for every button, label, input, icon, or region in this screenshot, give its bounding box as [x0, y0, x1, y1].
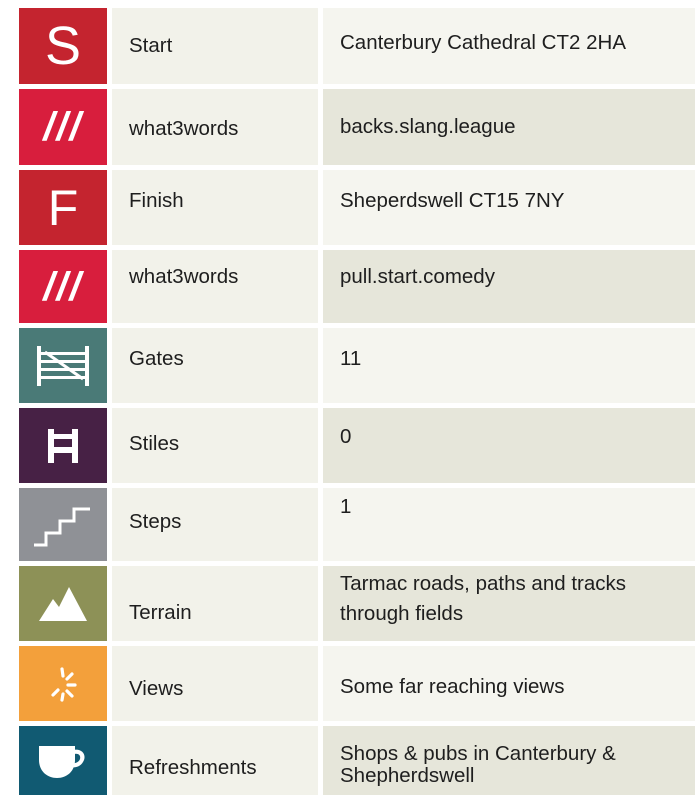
icon-tile: F [19, 170, 107, 245]
icon-tile [19, 408, 107, 483]
table-row: F Finish Sheperdswell CT15 7NY [0, 170, 695, 245]
value-cell: Shops & pubs in Canterbury & Shepherdswe… [323, 726, 695, 795]
icon-tile [19, 328, 107, 403]
start-s-icon: S [44, 16, 82, 76]
label-cell: what3words [112, 250, 318, 323]
label-cell: Terrain [112, 566, 318, 641]
mountain-icon [39, 586, 87, 621]
value-cell: 0 [323, 408, 695, 483]
row-value: Tarmac roads, paths and tracks through f… [340, 572, 626, 625]
row-label: what3words [129, 265, 239, 288]
cup-icon [39, 745, 85, 778]
table-row: S Start Canterbury Cathedral CT2 2HA [0, 8, 695, 84]
table-row: /// what3words backs.slang.league [0, 89, 695, 165]
row-value: Canterbury Cathedral CT2 2HA [340, 31, 626, 54]
table-row: Terrain Tarmac roads, paths and tracks t… [0, 566, 695, 641]
value-cell: 1 [323, 488, 695, 561]
value-cell: 11 [323, 328, 695, 403]
value-cell: Tarmac roads, paths and tracks through f… [323, 566, 695, 641]
icon-tile: S [19, 8, 107, 84]
row-label: Gates [129, 347, 184, 370]
row-value: 1 [340, 495, 352, 518]
sunburst-icon [51, 666, 77, 702]
row-value: Shops & pubs in Canterbury & Shepherdswe… [340, 742, 616, 787]
row-value: backs.slang.league [340, 115, 516, 138]
row-label: Steps [129, 510, 182, 533]
stile-icon [48, 428, 78, 463]
table-row: Gates 11 [0, 328, 695, 403]
label-cell: Steps [112, 488, 318, 561]
row-label: Terrain [129, 601, 192, 624]
label-cell: Finish [112, 170, 318, 245]
route-info-table: S Start Canterbury Cathedral CT2 2HA ///… [0, 0, 695, 795]
icon-tile [19, 726, 107, 795]
table-row: Views Some far reaching views [0, 646, 695, 721]
label-cell: Refreshments [112, 726, 318, 795]
row-value: Sheperdswell CT15 7NY [340, 189, 565, 212]
icon-tile [19, 566, 107, 641]
label-cell: Gates [112, 328, 318, 403]
value-cell: Sheperdswell CT15 7NY [323, 170, 695, 245]
icon-tile [19, 488, 107, 561]
label-cell: Stiles [112, 408, 318, 483]
value-cell: Canterbury Cathedral CT2 2HA [323, 8, 695, 84]
label-cell: Views [112, 646, 318, 721]
row-value: Some far reaching views [340, 675, 565, 698]
what3words-icon: /// [43, 105, 83, 149]
row-label: Stiles [129, 432, 180, 455]
value-cell: backs.slang.league [323, 89, 695, 165]
value-cell: Some far reaching views [323, 646, 695, 721]
icon-tile: /// [19, 89, 107, 165]
icon-tile: /// [19, 250, 107, 323]
label-cell: what3words [112, 89, 318, 165]
row-value: 11 [340, 347, 362, 370]
table-row: Refreshments Shops & pubs in Canterbury … [0, 726, 695, 795]
table-row: /// what3words pull.start.comedy [0, 250, 695, 323]
finish-f-icon: F [47, 179, 79, 236]
what3words-icon: /// [43, 264, 83, 309]
table-row: Steps 1 [0, 488, 695, 561]
row-label: Start [129, 34, 173, 57]
row-label: Finish [129, 189, 184, 212]
row-value: 0 [340, 425, 352, 448]
label-cell: Start [112, 8, 318, 84]
steps-icon [34, 507, 90, 546]
row-label: what3words [129, 117, 239, 140]
gate-icon [37, 345, 89, 386]
row-value: pull.start.comedy [340, 265, 495, 288]
icon-tile [19, 646, 107, 721]
table-row: Stiles 0 [0, 408, 695, 483]
value-cell: pull.start.comedy [323, 250, 695, 323]
row-label: Views [129, 677, 184, 700]
row-label: Refreshments [129, 756, 257, 779]
